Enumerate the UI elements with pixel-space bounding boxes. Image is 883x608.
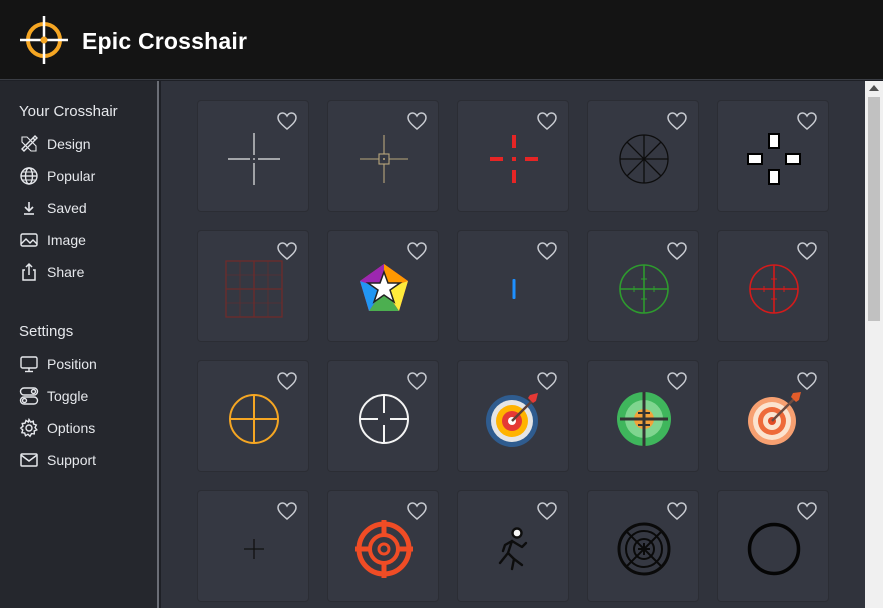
crosshair-gallery: [161, 81, 865, 608]
nav-item-toggle[interactable]: Toggle: [19, 384, 149, 408]
crosshair-card[interactable]: [457, 230, 569, 342]
heart-icon[interactable]: [667, 502, 687, 520]
heart-icon[interactable]: [797, 242, 817, 260]
blue-line-crosshair-icon: [512, 279, 516, 299]
nav-item-options[interactable]: Options: [19, 416, 149, 440]
nav-label: Support: [47, 452, 97, 468]
heart-icon[interactable]: [667, 242, 687, 260]
heart-icon[interactable]: [537, 242, 557, 260]
heart-icon[interactable]: [407, 112, 427, 130]
settings-heading: Settings: [19, 323, 74, 340]
nav-item-share[interactable]: Share: [19, 260, 149, 284]
green-sniper-scope-crosshair-icon: [617, 392, 671, 446]
heart-icon[interactable]: [277, 112, 297, 130]
heart-icon[interactable]: [407, 372, 427, 390]
crosshair-card[interactable]: [327, 230, 439, 342]
gear-icon: [19, 418, 39, 438]
crosshair-card[interactable]: [717, 100, 829, 212]
running-figure-crosshair-icon: [498, 527, 528, 571]
your-crosshair-heading: Your Crosshair: [19, 103, 118, 120]
blue-dartboard-arrow-crosshair-icon: [486, 393, 538, 447]
globe-icon: [19, 166, 39, 186]
nav-item-saved[interactable]: Saved: [19, 196, 149, 220]
nav-item-popular[interactable]: Popular: [19, 164, 149, 188]
crosshair-card[interactable]: [717, 230, 829, 342]
nav-label: Design: [47, 136, 91, 152]
nav-label: Saved: [47, 200, 87, 216]
nav-label: Image: [47, 232, 86, 248]
red-scope-crosshair-icon: [749, 264, 799, 314]
heart-icon[interactable]: [537, 112, 557, 130]
crosshair-card[interactable]: [717, 490, 829, 602]
orange-scope-crosshair-icon: [229, 394, 279, 444]
red-dot-cross-crosshair-icon: [490, 135, 538, 183]
nav-label: Position: [47, 356, 97, 372]
heart-icon[interactable]: [277, 372, 297, 390]
top-bar: Epic Crosshair: [0, 0, 883, 80]
heart-icon[interactable]: [277, 502, 297, 520]
nav-label: Options: [47, 420, 96, 436]
heart-icon[interactable]: [797, 372, 817, 390]
image-icon: [19, 230, 39, 250]
black-ring-crosshair-icon: [747, 522, 801, 576]
small-black-plus-crosshair-icon: [244, 539, 264, 559]
crosshair-card[interactable]: [457, 360, 569, 472]
heart-icon[interactable]: [407, 242, 427, 260]
nav-item-image[interactable]: Image: [19, 228, 149, 252]
nav-label: Share: [47, 264, 85, 280]
crosshair-card[interactable]: [327, 100, 439, 212]
monitor-icon: [19, 354, 39, 374]
rainbow-star-pentagon-crosshair-icon: [360, 264, 408, 311]
crosshair-card[interactable]: [587, 100, 699, 212]
scroll-up-arrow-icon[interactable]: [869, 85, 879, 91]
white-scope-crosshair-icon: [359, 394, 409, 444]
nav-item-design[interactable]: Design: [19, 132, 149, 156]
nav-item-support[interactable]: Support: [19, 448, 149, 472]
heart-icon[interactable]: [667, 372, 687, 390]
toggle-icon: [19, 386, 39, 406]
crosshair-card[interactable]: [587, 360, 699, 472]
crosshair-card[interactable]: [717, 360, 829, 472]
pencil-ruler-icon: [19, 134, 39, 154]
crosshair-card[interactable]: [327, 360, 439, 472]
black-concentric-target-crosshair-icon: [617, 522, 671, 576]
white-block-cross-crosshair-icon: [747, 133, 801, 185]
scroll-thumb[interactable]: [868, 97, 880, 321]
heart-icon[interactable]: [537, 502, 557, 520]
crosshair-card[interactable]: [587, 230, 699, 342]
envelope-icon: [19, 450, 39, 470]
app-title[interactable]: Epic Crosshair: [82, 28, 247, 55]
green-scope-crosshair-icon: [619, 264, 669, 314]
scrollbar[interactable]: [865, 81, 883, 608]
red-orange-target-crosshair-icon: [355, 520, 413, 578]
crosshair-card[interactable]: [197, 490, 309, 602]
download-icon: [19, 198, 39, 218]
sidebar: Your Crosshair Design Popular Saved Imag…: [0, 81, 159, 608]
crosshair-card[interactable]: [587, 490, 699, 602]
black-starburst-crosshair-icon: [619, 134, 669, 184]
crosshair-card[interactable]: [327, 490, 439, 602]
crosshair-card[interactable]: [197, 100, 309, 212]
nav-label: Popular: [47, 168, 96, 184]
tan-cross-box-crosshair-icon: [360, 135, 408, 183]
crosshair-card[interactable]: [197, 360, 309, 472]
thin-white-cross-crosshair-icon: [228, 133, 280, 185]
heart-icon[interactable]: [537, 372, 557, 390]
orange-dartboard-arrow-crosshair-icon: [748, 392, 801, 445]
heart-icon[interactable]: [667, 112, 687, 130]
heart-icon[interactable]: [797, 502, 817, 520]
heart-icon[interactable]: [277, 242, 297, 260]
crosshair-logo-icon[interactable]: [18, 14, 70, 66]
crosshair-card[interactable]: [197, 230, 309, 342]
nav-item-position[interactable]: Position: [19, 352, 149, 376]
heart-icon[interactable]: [797, 112, 817, 130]
brown-grid-reticle-crosshair-icon: [225, 260, 283, 318]
crosshair-card[interactable]: [457, 490, 569, 602]
heart-icon[interactable]: [407, 502, 427, 520]
crosshair-card[interactable]: [457, 100, 569, 212]
share-icon: [19, 262, 39, 282]
nav-label: Toggle: [47, 388, 89, 404]
